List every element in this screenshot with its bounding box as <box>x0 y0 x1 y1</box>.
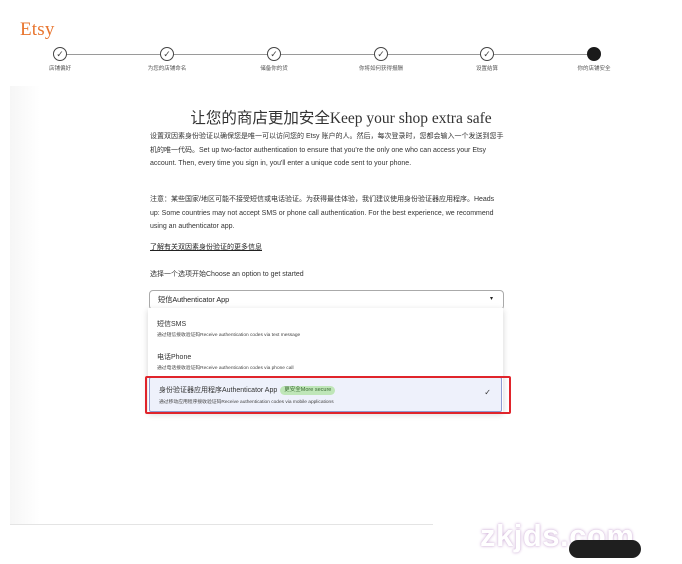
step-label: 你的店铺安全 <box>577 66 611 72</box>
option-sms[interactable]: 短信SMS 通过短信接收验证码Receive authentication co… <box>148 308 503 342</box>
select-value: 短信Authenticator App <box>158 295 230 304</box>
heads-up-paragraph: 注意：某些国家/地区可能不接受短信或电话验证。为获得最佳体验，我们建议使用身份验… <box>150 196 495 231</box>
chevron-down-icon: ▾ <box>489 296 493 302</box>
option-description: 通过电话接收验证码Receive authentication codes vi… <box>157 366 294 371</box>
check-icon: ✓ <box>267 47 281 61</box>
stepper-track <box>60 54 593 55</box>
step-label: 店铺偏好 <box>48 66 71 72</box>
option-description: 通过短信接收验证码Receive authentication codes vi… <box>157 333 301 338</box>
step-label: 你将如何获得报酬 <box>358 66 403 72</box>
continue-button[interactable] <box>569 540 641 558</box>
red-highlight-box <box>145 376 511 414</box>
etsy-logo[interactable]: Etsy <box>20 19 55 41</box>
option-phone[interactable]: 电话Phone 通过电话接收验证码Receive authentication … <box>148 342 503 376</box>
option-title: 电话Phone <box>157 354 192 361</box>
auth-method-select[interactable]: 短信Authenticator App ▾ <box>149 290 504 310</box>
option-title: 短信SMS <box>157 321 187 328</box>
step-label: 为您的店铺命名 <box>147 66 187 72</box>
step-label: 储备你的货 <box>260 66 288 72</box>
choose-option-prompt: 选择一个选项开始Choose an option to get started <box>150 271 304 278</box>
learn-more-link[interactable]: 了解有关双因素身份验证的更多信息 <box>150 242 262 252</box>
page-title: 让您的商店更加安全Keep your shop extra safe <box>190 110 492 127</box>
step-label: 设置结算 <box>475 66 498 72</box>
check-icon: ✓ <box>374 47 388 61</box>
divider <box>10 524 433 525</box>
intro-paragraph: 设置双因素身份验证以确保您是唯一可以访问您的 Etsy 账户的人。然后，每次登录… <box>150 133 504 168</box>
check-icon: ✓ <box>160 47 174 61</box>
check-icon: ✓ <box>53 47 67 61</box>
check-icon: ✓ <box>480 47 494 61</box>
current-step-icon <box>587 47 601 61</box>
progress-stepper: ✓ 店铺偏好 ✓ 为您的店铺命名 ✓ 储备你的货 ✓ 你将如何获得报酬 ✓ 设置… <box>0 44 682 74</box>
